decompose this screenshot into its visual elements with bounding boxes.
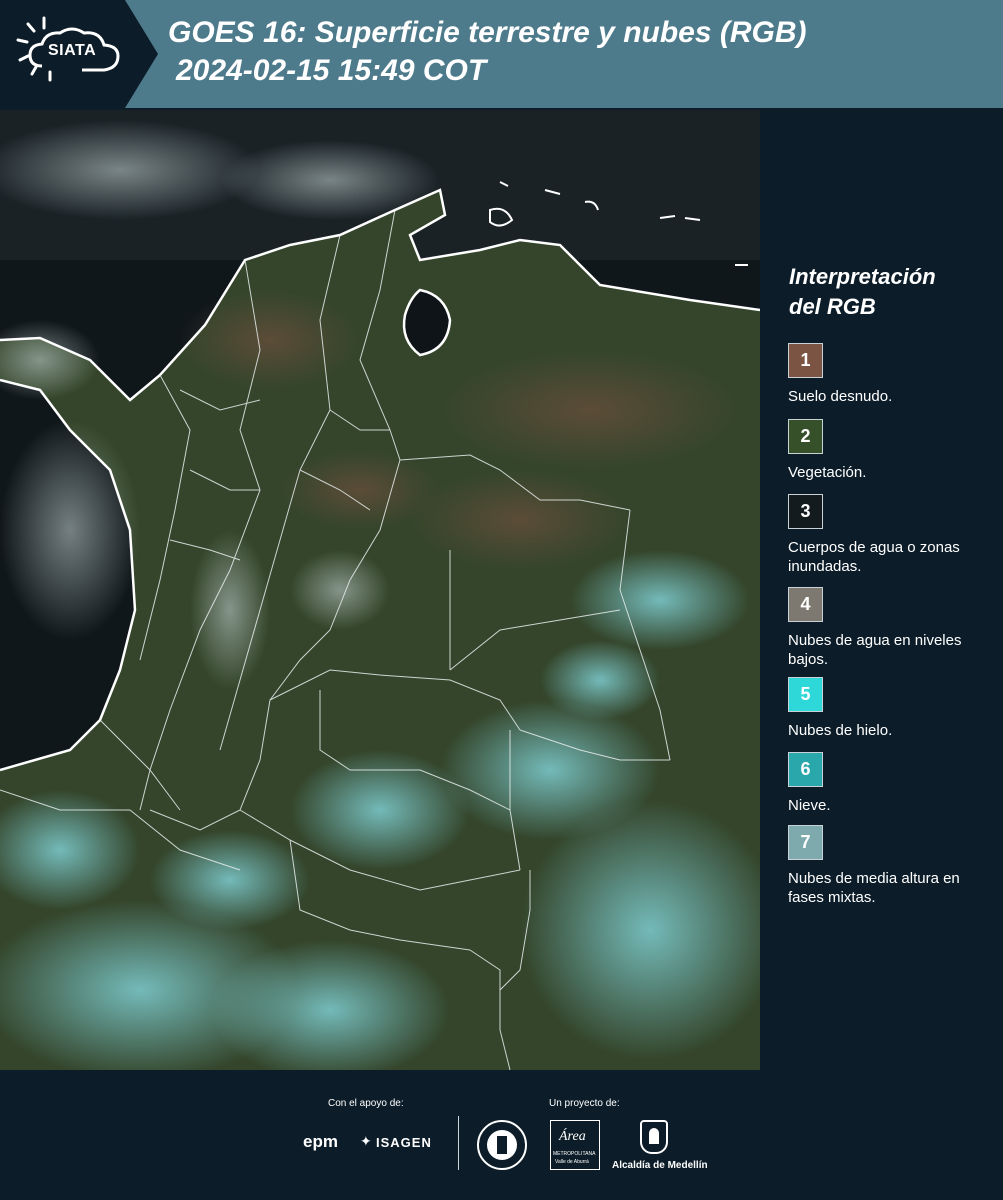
project-caption: Un proyecto de: — [549, 1098, 620, 1109]
legend-item-1: 1 Suelo desnudo. — [788, 343, 993, 406]
legend-label: Suelo desnudo. — [788, 388, 893, 405]
legend-swatch: 2 — [788, 419, 823, 454]
legend-label: Cuerpos de agua o zonas inundadas. — [788, 539, 960, 575]
alcaldia-logo-text: Alcaldía de Medellín — [612, 1160, 708, 1171]
university-seal-icon — [477, 1120, 527, 1170]
legend-item-4: 4 Nubes de agua en niveles bajos. — [788, 587, 993, 669]
legend-label: Vegetación. — [788, 464, 867, 481]
legend-title: Interpretación del RGB — [789, 262, 936, 322]
title-line-1: GOES 16: Superficie terrestre y nubes (R… — [168, 16, 807, 49]
area-logo-sub2: Valle de Aburrá — [555, 1159, 589, 1165]
legend-label: Nubes de media altura en fases mixtas. — [788, 870, 960, 906]
legend-swatch: 6 — [788, 752, 823, 787]
medellin-shield-icon — [640, 1120, 668, 1154]
legend-item-3: 3 Cuerpos de agua o zonas inundadas. — [788, 494, 993, 576]
isagen-star-icon: ✦ — [360, 1133, 372, 1149]
legend-label: Nieve. — [788, 797, 831, 814]
legend-title-line-1: Interpretación — [789, 264, 936, 289]
area-metropolitana-logo: Área METROPOLITANA Valle de Aburrá — [550, 1120, 600, 1170]
siata-logo: SIATA — [0, 0, 160, 108]
isagen-logo: ISAGEN — [376, 1135, 432, 1150]
legend-label: Nubes de hielo. — [788, 722, 893, 739]
legend-item-5: 5 Nubes de hielo. — [788, 677, 993, 740]
siata-logo-text: SIATA — [48, 42, 97, 59]
legend-panel: Interpretación del RGB 1 Suelo desnudo. … — [760, 110, 1003, 1070]
header-bar: SIATA GOES 16: Superficie terrestre y nu… — [0, 0, 1003, 108]
legend-item-2: 2 Vegetación. — [788, 419, 993, 482]
page-title: GOES 16: Superficie terrestre y nubes (R… — [168, 14, 807, 90]
title-line-2: 2024-02-15 15:49 COT — [176, 54, 487, 87]
footer: Con el apoyo de: Un proyecto de: epm ✦ I… — [0, 1070, 1003, 1200]
epm-logo: epm — [303, 1132, 338, 1151]
legend-swatch: 4 — [788, 587, 823, 622]
footer-divider — [458, 1116, 459, 1170]
legend-swatch: 1 — [788, 343, 823, 378]
satellite-image — [0, 110, 760, 1070]
legend-swatch: 5 — [788, 677, 823, 712]
legend-title-line-2: del RGB — [789, 294, 876, 319]
legend-item-7: 7 Nubes de media altura en fases mixtas. — [788, 825, 993, 907]
area-logo-text: Área — [559, 1129, 586, 1144]
legend-label: Nubes de agua en niveles bajos. — [788, 632, 962, 668]
legend-swatch: 3 — [788, 494, 823, 529]
area-logo-sub1: METROPOLITANA — [553, 1151, 596, 1157]
legend-swatch: 7 — [788, 825, 823, 860]
support-caption: Con el apoyo de: — [328, 1098, 404, 1109]
legend-item-6: 6 Nieve. — [788, 752, 993, 815]
